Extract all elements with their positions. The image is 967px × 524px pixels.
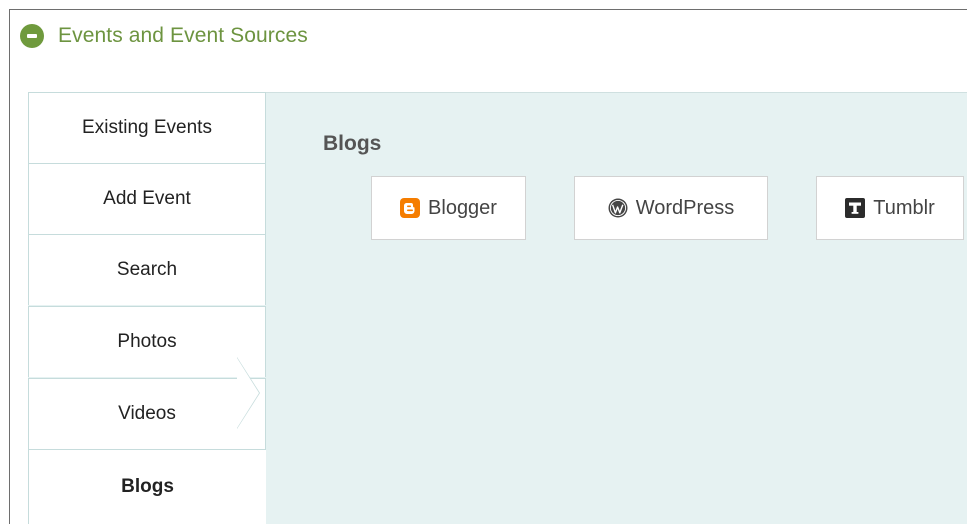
sidebar-item-videos[interactable]: Videos [28,378,266,449]
sidebar-item-photos[interactable]: Photos [28,306,266,377]
blogger-label: Blogger [428,196,497,219]
active-tab-arrow-fill [237,358,259,428]
panel-header: Events and Event Sources [20,21,308,51]
sidebar-item-label: Search [116,259,178,280]
sidebar-item-label: Blogs [121,476,174,497]
sidebar-item-label: Existing Events [82,117,212,138]
sidebar-item-label: Photos [117,331,177,352]
tumblr-label: Tumblr [873,196,935,219]
sidebar-item-blogs[interactable]: Blogs [28,449,266,524]
sidebar-item-add-event[interactable]: Add Event [28,163,266,234]
blogger-icon [400,198,421,218]
sidebar: Existing Events Add Event Search Photos … [28,92,266,524]
collapse-minus-icon[interactable] [20,24,44,48]
tumblr-button[interactable]: Tumblr [816,176,964,240]
tumblr-icon [845,198,866,218]
sidebar-item-existing-events[interactable]: Existing Events [28,92,266,163]
section-title: Blogs [323,132,382,155]
wordpress-label: WordPress [635,196,735,219]
sidebar-item-search[interactable]: Search [28,234,266,305]
wordpress-button[interactable]: WordPress [574,176,768,240]
wordpress-icon [608,198,628,218]
sidebar-item-label: Videos [118,403,176,424]
sidebar-item-label: Add Event [103,188,191,209]
panel-title: Events and Event Sources [58,24,308,47]
blogger-button[interactable]: Blogger [371,176,526,240]
